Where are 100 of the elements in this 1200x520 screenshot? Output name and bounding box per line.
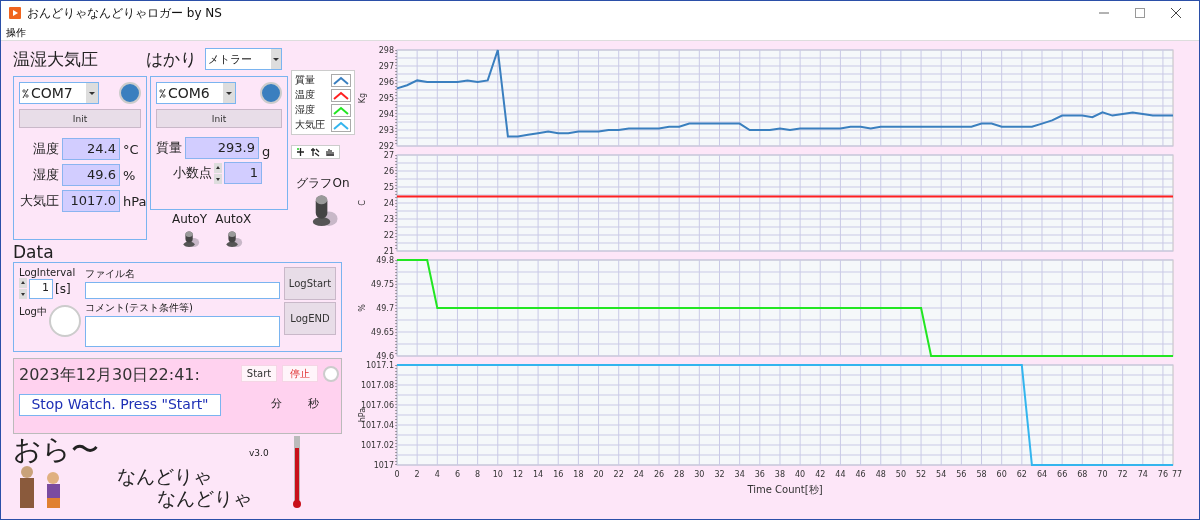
axis-tick-label: 49.7 xyxy=(376,304,394,313)
axis-tick-label: 77 xyxy=(1171,470,1183,479)
axis-tick-label: 2 xyxy=(414,470,420,479)
axis-tick-label: 1017 xyxy=(373,461,394,470)
axis-tick-label: 34 xyxy=(734,470,745,479)
model-select[interactable]: メトラー xyxy=(205,48,282,70)
axis-tick-label: 1017.1 xyxy=(366,361,394,370)
window-title: おんどりゃなんどりゃロガー by NS xyxy=(27,4,223,22)
axis-tick-label: 72 xyxy=(1117,470,1128,479)
port-select[interactable]: COM7 xyxy=(19,82,99,104)
section-title: はかり xyxy=(146,47,197,71)
axis-tick-label: 295 xyxy=(378,94,394,103)
axis-tick-label: 22 xyxy=(383,231,394,240)
reading-value: 293.9 xyxy=(185,137,259,159)
axis-tick-label: 42 xyxy=(815,470,826,479)
unit-label: hPa xyxy=(123,193,147,209)
axis-tick-label: 293 xyxy=(378,126,394,135)
axis-tick-label: 32 xyxy=(714,470,725,479)
toggle-label: AutoY xyxy=(172,212,208,226)
axis-tick-label: 0 xyxy=(394,470,400,479)
axis-tick-label: 28 xyxy=(674,470,685,479)
port-select[interactable]: COM6 xyxy=(156,82,236,104)
stop-button[interactable]: 停止 xyxy=(282,365,318,382)
axis-title: Kg xyxy=(358,92,367,104)
reading-value: 49.6 xyxy=(62,164,120,186)
init-button[interactable]: Init xyxy=(156,109,282,128)
axis-tick-label: 21 xyxy=(383,247,394,255)
banner-text: なんどりゃ xyxy=(116,464,213,486)
start-button[interactable]: Start xyxy=(241,365,277,382)
reading-label: 大気圧 xyxy=(19,192,59,210)
axis-title: % xyxy=(358,304,367,312)
axis-tick-label: 1017.08 xyxy=(360,381,394,390)
axis-title: hPa xyxy=(358,407,367,423)
number-field[interactable]: 1 xyxy=(29,278,53,299)
unit-label: [s] xyxy=(55,281,71,296)
axis-tick-label: 49.6 xyxy=(376,352,394,360)
axis-tick-label: 46 xyxy=(855,470,866,479)
toggle-label: グラフOn xyxy=(296,175,350,192)
axis-tick-label: 18 xyxy=(573,470,584,479)
reading-value: 24.4 xyxy=(62,138,120,160)
axis-tick-label: 50 xyxy=(895,470,906,479)
axis-tick-label: 58 xyxy=(976,470,987,479)
axis-tick-label: 16 xyxy=(553,470,564,479)
axis-tick-label: 40 xyxy=(795,470,806,479)
axis-tick-label: 24 xyxy=(633,470,644,479)
menu-item[interactable]: 操作 xyxy=(6,25,26,40)
version-label: v3.0 xyxy=(249,447,270,460)
init-button[interactable]: Init xyxy=(19,109,141,128)
reading-label: 質量 xyxy=(156,139,182,157)
unit-label: °C xyxy=(123,141,140,157)
axis-tick-label: 76 xyxy=(1157,470,1168,479)
legend-label: 湿度 xyxy=(295,103,316,117)
axis-tick-label: 74 xyxy=(1137,470,1148,479)
axis-tick-label: 4 xyxy=(434,470,440,479)
axis-tick-label: 1017.02 xyxy=(360,441,394,450)
axis-tick-label: 44 xyxy=(835,470,846,479)
axis-tick-label: 14 xyxy=(533,470,544,479)
log-button[interactable]: LogEND xyxy=(284,302,336,335)
section-title: 温湿大気圧 xyxy=(13,47,98,71)
axis-tick-label: 23 xyxy=(383,215,394,224)
axis-tick-label: 22 xyxy=(613,470,624,479)
axis-tick-label: 12 xyxy=(512,470,524,479)
number-field[interactable]: 1 xyxy=(224,162,262,184)
axis-tick-label: 62 xyxy=(1016,470,1027,479)
legend-label: 大気圧 xyxy=(295,118,326,132)
axis-tick-label: 49.8 xyxy=(376,256,394,265)
axis-tick-label: 70 xyxy=(1097,470,1108,479)
stopwatch-display: Stop Watch. Press "Start" xyxy=(19,394,221,416)
banner-text: おら〜 xyxy=(13,436,100,464)
legend-label: 温度 xyxy=(295,88,316,102)
axis-tick-label: 38 xyxy=(774,470,786,479)
axis-tick-label: 54 xyxy=(936,470,947,479)
field-label: コメント(テスト条件等) xyxy=(85,301,194,315)
axis-title: Time Count[秒] xyxy=(747,484,823,495)
axis-tick-label: 25 xyxy=(383,183,394,192)
minutes-label: 分 xyxy=(271,396,282,411)
axis-tick-label: 60 xyxy=(996,470,1007,479)
reading-label: 小数点 xyxy=(173,164,212,182)
unit-label: % xyxy=(123,167,137,183)
axis-tick-label: 1017.04 xyxy=(360,421,394,430)
axis-tick-label: 64 xyxy=(1036,470,1048,479)
axis-tick-label: 24 xyxy=(383,199,394,208)
axis-tick-label: 20 xyxy=(593,470,604,479)
axis-tick-label: 48 xyxy=(875,470,886,479)
toggle-label: AutoX xyxy=(215,212,252,226)
axis-tick-label: 66 xyxy=(1057,470,1068,479)
indicator-label: Log中 xyxy=(19,305,47,319)
axis-tick-label: 10 xyxy=(492,470,503,479)
axis-tick-label: 52 xyxy=(915,470,927,479)
axis-tick-label: 296 xyxy=(378,78,394,87)
banner-text: なんどりゃ xyxy=(156,486,253,510)
axis-tick-label: 49.65 xyxy=(371,328,394,337)
axis-tick-label: 6 xyxy=(454,470,460,479)
axis-tick-label: 27 xyxy=(383,151,394,160)
date-time-display: 2023年12月30日22:41: xyxy=(19,365,201,386)
log-button[interactable]: LogStart xyxy=(284,267,336,300)
axis-tick-label: 68 xyxy=(1077,470,1088,479)
reading-label: 湿度 xyxy=(32,166,59,184)
reading-value: 1017.0 xyxy=(62,190,120,212)
axis-tick-label: 30 xyxy=(694,470,705,479)
